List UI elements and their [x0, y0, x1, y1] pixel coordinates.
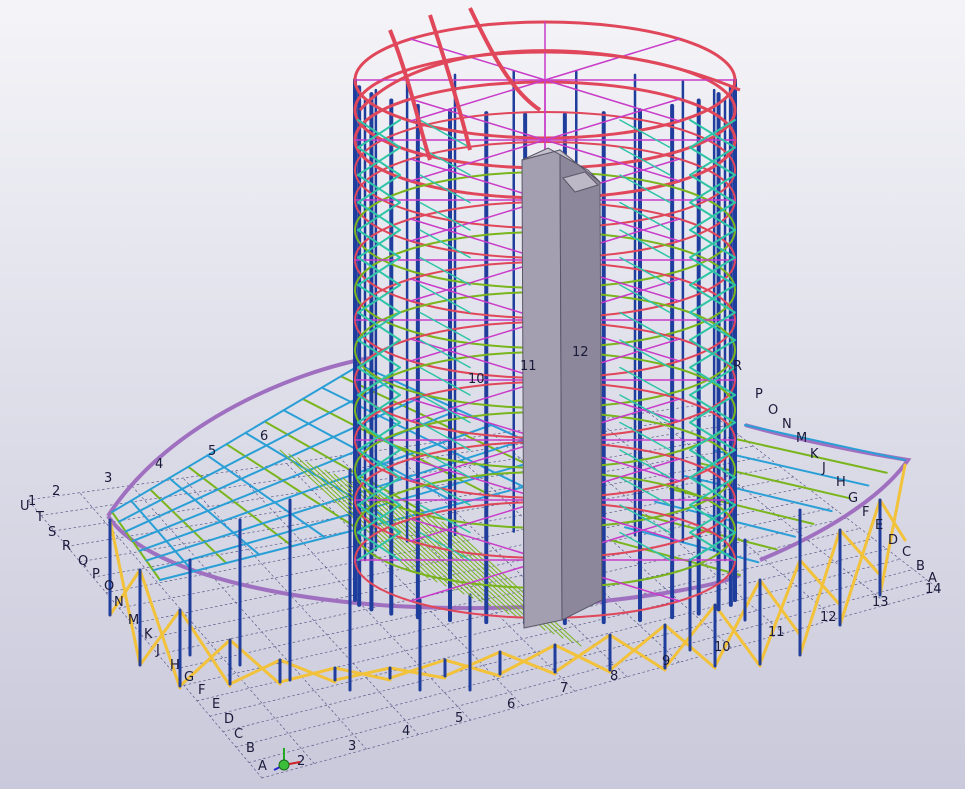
podium-x-brace	[838, 528, 882, 577]
grid-label-row-S: S	[48, 525, 56, 540]
grid-line	[79, 492, 315, 764]
podium-x-brace	[798, 528, 842, 657]
slab-beam	[699, 462, 851, 500]
grid-label-row-right-A: A	[928, 571, 937, 586]
core-side-face	[559, 148, 603, 621]
grid-label-core-10: 10	[468, 372, 485, 387]
grid-label-row-B: B	[246, 741, 255, 756]
slab-beam	[729, 436, 888, 474]
grid-label-backcol-2: 2	[52, 484, 60, 499]
slab-beam	[744, 424, 906, 461]
grid-label-backcol-1: 1	[28, 494, 36, 509]
grid-label-col-3: 3	[348, 739, 356, 754]
grid-label-col-11: 11	[768, 625, 785, 640]
grid-label-row-right-R: R	[733, 359, 742, 374]
grid-label-row-P: P	[92, 567, 100, 582]
grid-label-col-10: 10	[714, 640, 731, 655]
podium-x-brace	[713, 603, 762, 668]
grid-label-row-N: N	[114, 595, 124, 610]
grid-label-row-F: F	[198, 683, 205, 698]
grid-label-row-Q: Q	[78, 554, 88, 569]
facade-brace	[419, 256, 471, 286]
radial-beam	[409, 38, 546, 81]
facade-brace	[619, 476, 671, 506]
grid-label-col-6: 6	[507, 697, 515, 712]
grid-label-row-right-G: G	[848, 491, 858, 506]
structural-model-3d[interactable]: ABCDEFGHJKMNOPQRSTU234567891011121314ABC…	[0, 0, 965, 789]
grid-label-col-13: 13	[872, 595, 889, 610]
grid-label-row-right-C: C	[902, 545, 911, 560]
grid-label-row-T: T	[35, 510, 44, 525]
model-viewport[interactable]: A B C D E F G H J K M N O P Q R S T U 2 3 4 5 6 7 8 9 10 11 12 13 14 A B C…	[0, 0, 965, 789]
concrete-core	[521, 147, 603, 629]
grid-label-row-R: R	[62, 539, 71, 554]
grid-label-backcol-4: 4	[155, 457, 163, 472]
grid-label-row-E: E	[212, 697, 220, 712]
grid-label-row-right-J: J	[821, 461, 826, 476]
grid-label-row-right-B: B	[916, 559, 925, 574]
grid-label-row-right-K: K	[810, 447, 819, 462]
core-front-face	[521, 149, 563, 629]
grid-label-row-O: O	[104, 579, 114, 594]
grid-label-core-11: 11	[520, 359, 537, 374]
radial-beam	[544, 38, 681, 81]
grid-label-backcol-3: 3	[104, 471, 112, 486]
grid-label-row-right-N: N	[782, 417, 792, 432]
grid-label-row-right-P: P	[755, 387, 763, 402]
facade-brace	[619, 256, 671, 286]
grid-label-row-right-D: D	[888, 533, 898, 548]
grid-label-row-A: A	[258, 759, 267, 774]
grid-label-row-right-F: F	[862, 505, 869, 520]
grid-label-row-right-O: O	[768, 403, 778, 418]
grid-label-col-9: 9	[662, 654, 670, 669]
facade-brace	[419, 174, 471, 204]
grid-label-col-8: 8	[610, 669, 618, 684]
grid-label-row-D: D	[224, 712, 234, 727]
grid-label-row-M: M	[128, 613, 139, 628]
grid-label-col-7: 7	[560, 681, 568, 696]
grid-label-row-G: G	[184, 670, 194, 685]
grid-label-row-right-E: E	[875, 518, 883, 533]
grid-line	[131, 485, 367, 750]
grid-label-row-right-M: M	[796, 431, 807, 446]
slab-beam	[117, 379, 394, 523]
grid-label-row-H: H	[170, 658, 180, 673]
grid-line	[261, 589, 941, 779]
grid-label-backcol-6: 6	[260, 429, 268, 444]
grid-label-col-12: 12	[820, 610, 837, 625]
facade-brace	[419, 504, 471, 534]
grid-label-row-right-H: H	[836, 475, 846, 490]
grid-label-core-12: 12	[572, 345, 589, 360]
facade-brace	[619, 311, 671, 341]
grid-label-backcol-5: 5	[208, 444, 216, 459]
grid-label-row-C: C	[234, 727, 243, 742]
podium-x-brace	[798, 558, 842, 607]
facade-brace	[619, 174, 671, 204]
grid-label-col-5: 5	[455, 711, 463, 726]
grid-label-col-4: 4	[402, 724, 410, 739]
grid-label-row-K: K	[144, 627, 153, 642]
grid-label-row-J: J	[155, 643, 160, 658]
